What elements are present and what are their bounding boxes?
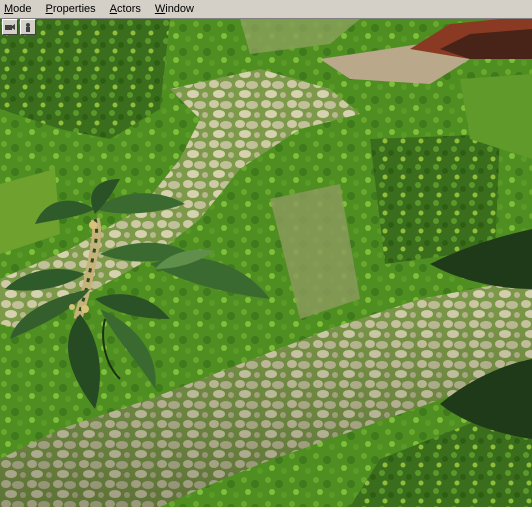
menu-window[interactable]: Window (149, 0, 202, 18)
camera-view-icon[interactable] (2, 19, 18, 35)
3d-viewport[interactable] (0, 19, 532, 507)
menu-mode[interactable]: Mode (0, 0, 40, 18)
menu-bar: Mode Properties Actors Window (0, 0, 532, 19)
actor-select-icon[interactable] (20, 19, 36, 35)
menu-properties[interactable]: Properties (40, 0, 104, 18)
menu-actors[interactable]: Actors (104, 0, 149, 18)
jungle-scene (0, 19, 532, 507)
viewport-toolbar (0, 19, 36, 37)
